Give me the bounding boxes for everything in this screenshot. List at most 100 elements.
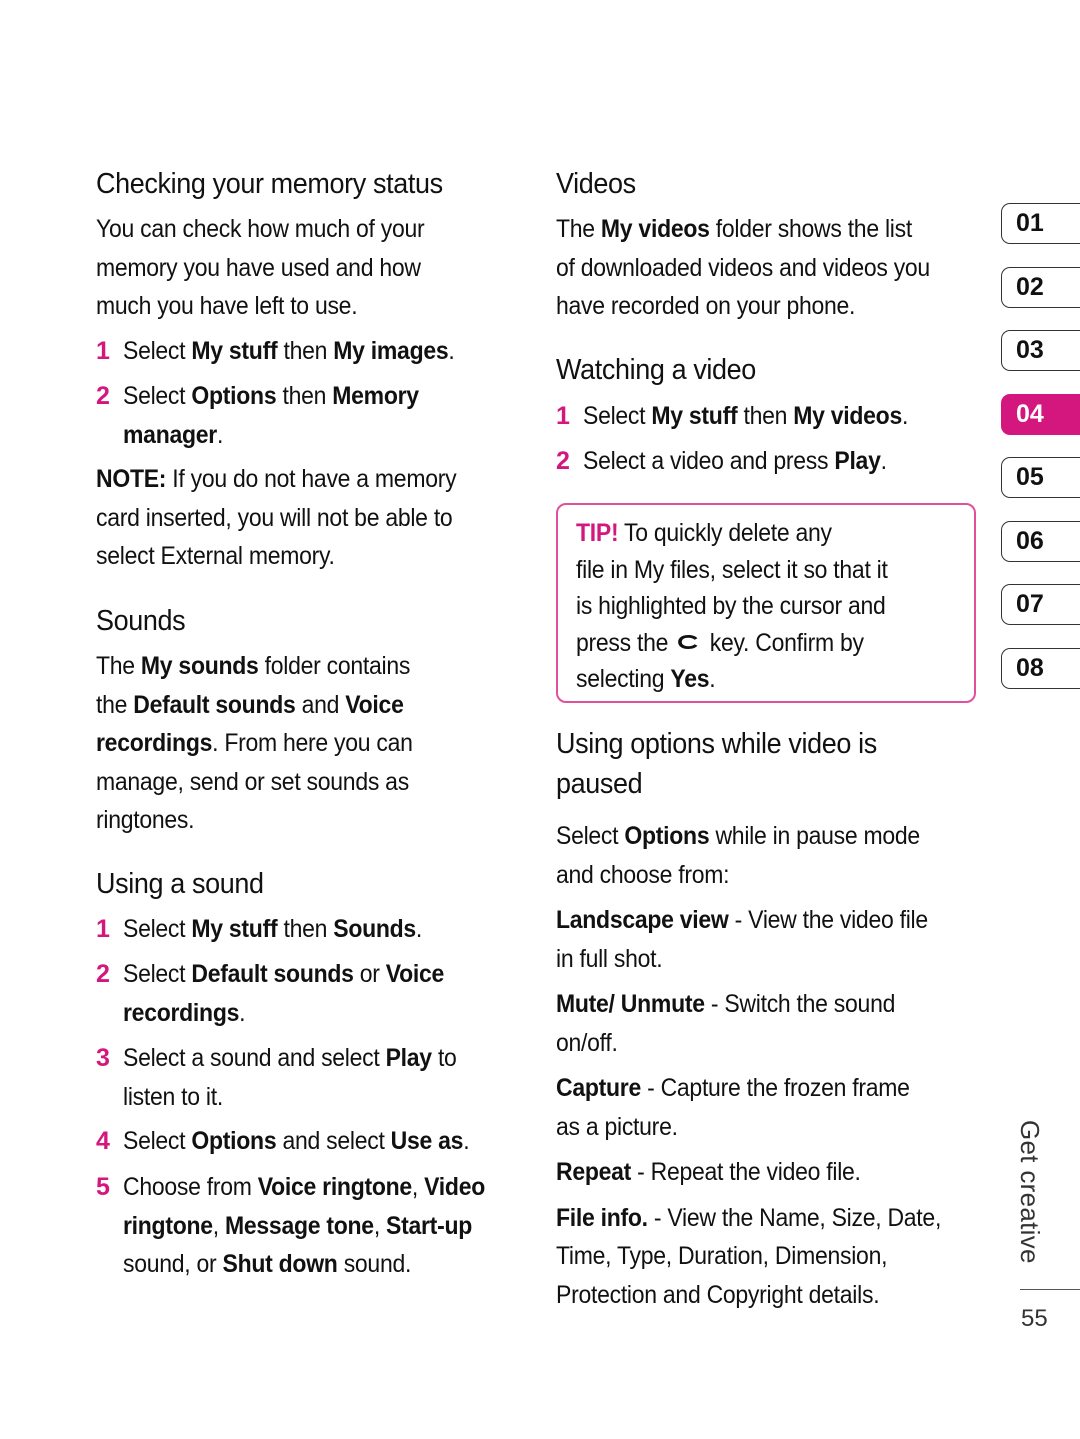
step-text: Select Default sounds or Voice <box>123 955 444 994</box>
text-line: select External memory. <box>96 542 335 570</box>
text: Select a video and press <box>583 447 835 475</box>
text-line: file in My files, select it so that it <box>576 555 888 584</box>
text-line: memory you have used and how <box>96 253 421 282</box>
bold-term: Play <box>385 1044 432 1072</box>
c-key-icon <box>677 634 698 649</box>
step-text: sound, or Shut down sound. <box>123 1245 411 1284</box>
text: . <box>415 915 423 943</box>
text: , <box>373 1211 387 1240</box>
text-line: as a picture. <box>556 1112 678 1141</box>
chapter-tab-01[interactable]: 01 <box>1001 203 1080 244</box>
text: or <box>353 960 386 988</box>
memory-step-2: 2 Select Options then Memory manager. <box>96 377 445 454</box>
options-list: Landscape view - View the video file in … <box>556 901 975 1321</box>
text: Select <box>583 402 652 430</box>
chapter-tab-02[interactable]: 02 <box>1001 266 1080 308</box>
step-text: Select a sound and select Play to <box>123 1039 457 1078</box>
page-number: 55 <box>1021 1305 1048 1332</box>
chapter-tab-04[interactable]: 04 <box>1001 393 1080 435</box>
step-text: Select a video and press Play. <box>583 442 887 481</box>
bold-term: recordings <box>96 729 213 757</box>
bold-term: My stuff <box>191 337 278 365</box>
bold-term: Play <box>834 447 881 475</box>
text: The <box>96 652 141 680</box>
bold-term: My images <box>333 337 449 365</box>
heading-line: Using options while video is <box>556 728 877 760</box>
sound-step-2: 2 Select Default sounds or Voice recordi… <box>96 955 472 1032</box>
text-line: press the key. Confirm by <box>576 625 864 662</box>
heading-line: paused <box>556 768 643 800</box>
step-number: 1 <box>96 337 110 365</box>
text: to <box>431 1044 457 1072</box>
bold-term: Start-up <box>386 1211 473 1240</box>
text-line: of downloaded videos and videos you <box>556 253 930 282</box>
chapter-tab-07[interactable]: 07 <box>1001 584 1080 625</box>
text: press the <box>576 628 675 657</box>
text-line: on/off. <box>556 1028 618 1057</box>
video-step-2: 2 Select a video and press Play. <box>556 442 913 481</box>
text: sound, or <box>123 1250 223 1278</box>
video-step-1: 1 Select My stuff then My videos. <box>556 397 936 436</box>
note-paragraph: NOTE: If you do not have a memory card i… <box>96 460 488 576</box>
text: , <box>411 1173 425 1201</box>
section-title: Get creative <box>1015 1120 1045 1264</box>
bold-term: My videos <box>600 215 710 243</box>
option-item-landscape-view: Landscape view - View the video file in … <box>556 901 975 978</box>
text-line: is highlighted by the cursor and <box>576 592 886 620</box>
bold-term: Memory <box>332 382 419 410</box>
option-term: Landscape view <box>556 906 729 934</box>
bold-term: recordings <box>123 998 240 1027</box>
step-number: 3 <box>96 1044 110 1072</box>
text: Select <box>556 822 625 850</box>
step-text: Select My stuff then Sounds. <box>123 910 422 949</box>
text-line: the Default sounds and Voice <box>96 686 404 725</box>
text: . <box>239 998 246 1027</box>
text-line: Protection and Copyright details. <box>556 1280 880 1309</box>
text: - View the Name, Size, Date, <box>647 1203 942 1232</box>
bold-term: ringtone <box>123 1211 213 1240</box>
text: Select <box>123 960 192 988</box>
text: To quickly delete any <box>618 519 832 547</box>
step-number: 5 <box>96 1173 110 1201</box>
heading-using-a-sound: Using a sound <box>96 868 264 900</box>
step-number: 1 <box>96 915 110 943</box>
bold-term: Voice ringtone <box>257 1173 412 1201</box>
bold-term: Default sounds <box>191 960 354 988</box>
step-text: Select My stuff then My images. <box>123 332 455 371</box>
text: . <box>901 402 909 430</box>
text-line: recordings. From here you can <box>96 724 413 763</box>
chapter-tab-06[interactable]: 06 <box>1001 520 1080 562</box>
text-line: The My videos folder shows the list <box>556 210 912 249</box>
text-line: have recorded on your phone. <box>556 292 856 320</box>
option-item-file-info: File info. - View the Name, Size, Date, … <box>556 1199 975 1315</box>
text: selecting <box>576 665 671 693</box>
step-text: ringtone, Message tone, Start-up <box>123 1207 472 1246</box>
step-number: 2 <box>96 960 110 988</box>
text-line: and choose from: <box>556 860 730 889</box>
text: Select <box>123 1127 192 1155</box>
bold-term: My videos <box>793 402 902 430</box>
chapter-tab-08[interactable]: 08 <box>1001 647 1080 689</box>
step-text: manager. <box>123 416 223 455</box>
text: sound. <box>337 1250 412 1278</box>
text: . <box>448 337 455 365</box>
step-number: 1 <box>556 402 570 430</box>
bold-term: Video <box>424 1173 485 1201</box>
memory-intro-paragraph: You can check how much of your memory yo… <box>96 210 453 326</box>
text-line: Landscape view - View the video file <box>556 901 928 940</box>
step-number: 4 <box>96 1127 110 1155</box>
text: . <box>463 1127 470 1155</box>
heading-watching-a-video: Watching a video <box>556 354 756 386</box>
heading-checking-memory-status: Checking your memory status <box>96 168 443 200</box>
step-text: listen to it. <box>123 1082 223 1111</box>
sound-step-5: 5 Choose from Voice ringtone, Video ring… <box>96 1168 516 1284</box>
text: , <box>212 1211 226 1240</box>
text: the <box>96 690 134 719</box>
chapter-tab-03[interactable]: 03 <box>1001 330 1080 371</box>
option-term: File info. <box>556 1203 648 1232</box>
text: . <box>880 447 887 475</box>
bold-term: Options <box>624 822 710 850</box>
sounds-paragraph: The My sounds folder contains the Defaul… <box>96 647 440 840</box>
option-item-capture: Capture - Capture the frozen frame as a … <box>556 1069 975 1146</box>
chapter-tab-05[interactable]: 05 <box>1001 457 1080 498</box>
